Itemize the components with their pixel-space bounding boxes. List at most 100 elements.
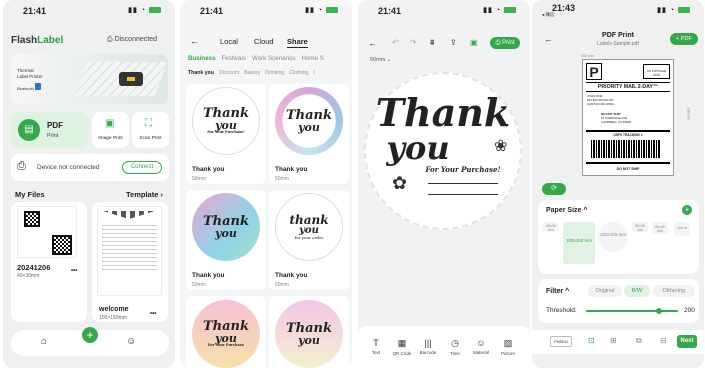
pdf-sub: Print <box>47 133 59 139</box>
tool-picture[interactable]: ▨ Picture <box>498 338 518 356</box>
template-link[interactable]: Template › <box>126 190 163 199</box>
tab-share[interactable]: Share <box>287 37 308 48</box>
back-arrow-icon[interactable]: ← <box>368 38 377 48</box>
bottom-toolbar: FNSKU ⊡ ⊞ ⧉ ⊟ Next <box>532 330 704 354</box>
threshold-slider-handle[interactable] <box>656 308 662 314</box>
category-home[interactable]: Home S <box>302 55 324 62</box>
template-card[interactable]: thank you for your order Thank you 50mm <box>269 190 349 290</box>
file-card-1[interactable]: 20241206 40×30mm ••• <box>11 202 87 322</box>
subcat-thank-you[interactable]: Thank you <box>188 70 214 76</box>
tool-time[interactable]: ◷ Time <box>445 338 465 356</box>
print-button[interactable]: ⎙ Print <box>490 37 520 49</box>
size-option[interactable]: 60x40 mm <box>652 222 668 234</box>
label-text-purchase[interactable]: For Your Purchase! <box>425 166 500 173</box>
tool-material[interactable]: ☺ Material <box>471 338 491 355</box>
subcat-clothing[interactable]: Clothing <box>289 70 308 76</box>
template-card[interactable]: Thank you <box>269 296 349 368</box>
editor-screen: 21:41 ▮▮ ◔ ← ↶ ↷ ⩩ ⇪ ▣ ⎙ Print 50mm ⌄ Th… <box>358 0 530 368</box>
grid-icon[interactable]: ⊞ <box>610 336 617 345</box>
home-icon[interactable]: ⌂ <box>41 336 47 347</box>
redo-icon[interactable]: ↷ <box>410 38 417 47</box>
connect-button[interactable]: Connect <box>122 161 162 174</box>
next-button[interactable]: Next <box>677 335 697 348</box>
filter-heading[interactable]: Filter ^ <box>546 288 569 295</box>
scan-print-button[interactable]: ⛶ Scan Print <box>132 112 169 148</box>
threshold-label: Threshold: <box>546 307 577 314</box>
add-pdf-button[interactable]: + PDF <box>670 33 698 45</box>
signal-wifi-battery-icon: ▮▮ ◔ <box>128 6 161 14</box>
device-row: ⎙ Device not connected Connect <box>11 154 169 181</box>
filter-bw[interactable]: B/W <box>624 285 650 297</box>
tool-text[interactable]: T Text <box>366 338 386 355</box>
status-time: 21:41 <box>378 6 402 16</box>
more-icon[interactable]: ••• <box>71 268 77 274</box>
tab-local[interactable]: Local <box>220 37 238 46</box>
pdf-print-button[interactable]: ▤ PDF Print <box>11 112 89 148</box>
file-card-2[interactable]: welcome 100×150mm ••• <box>92 202 168 322</box>
add-fab-button[interactable]: + <box>82 327 98 343</box>
add-size-button[interactable]: + <box>682 205 692 215</box>
connection-status[interactable]: ⎙ Disconnected <box>107 36 157 44</box>
file-thumbnail <box>17 206 77 258</box>
tool-barcode[interactable]: ||| Barcode <box>418 338 438 355</box>
share-icon[interactable]: ⇪ <box>450 38 457 47</box>
material-icon: ☺ <box>476 338 486 348</box>
printer-image <box>119 72 143 86</box>
size-option[interactable]: 50x30 mm <box>632 222 648 232</box>
profile-icon[interactable]: ☺ <box>126 336 136 347</box>
size-option-selected[interactable]: 100x150 mm <box>563 222 595 264</box>
template-size: 50mm <box>275 282 289 288</box>
filter-dithering[interactable]: Dithering <box>653 285 695 297</box>
filter-original[interactable]: Original <box>588 285 622 297</box>
rotate-icon[interactable]: ⟳ <box>542 183 566 195</box>
category-business[interactable]: Business <box>188 55 216 62</box>
undo-icon[interactable]: ↶ <box>392 38 399 47</box>
category-work[interactable]: Work Scenarios <box>252 55 296 62</box>
template-card[interactable]: Thank you Thank you 50mm <box>269 84 349 184</box>
image-icon: ▣ <box>105 118 115 129</box>
label-text-thank[interactable]: Thank <box>376 93 510 132</box>
subcat-more[interactable]: I <box>313 70 314 76</box>
template-title: Thank you <box>275 166 308 173</box>
size-selector[interactable]: 50mm ⌄ <box>370 57 391 63</box>
layers-icon[interactable]: ⩩ <box>430 38 434 48</box>
fnsku-button[interactable]: FNSKU <box>550 336 572 347</box>
template-card[interactable]: Thank you For Your Purchase! Thank you 50m… <box>186 84 266 184</box>
split-icon[interactable]: ⧉ <box>636 336 642 346</box>
subcat-discount[interactable]: Discount <box>219 70 239 76</box>
signature-line <box>428 182 498 184</box>
template-card[interactable]: Thank you For Your Purchase <box>186 296 266 368</box>
tool-qr-code[interactable]: ▦ QR Code <box>392 338 412 356</box>
category-festivals[interactable]: Festivals <box>222 55 246 62</box>
file-size: 100×150mm <box>99 315 127 321</box>
file-thumbnail <box>97 206 162 296</box>
size-option[interactable]: 100x100 mm <box>598 222 628 252</box>
status-bar: 21:43 ◂ 微信 ▮▮ ◔ <box>532 0 704 18</box>
layout-icon[interactable]: ⊡ <box>588 336 595 345</box>
tab-cloud[interactable]: Cloud <box>254 37 274 46</box>
more-icon[interactable]: ••• <box>150 311 156 317</box>
template-card[interactable]: Thank you Thank you 50mm <box>186 190 266 290</box>
grid-icon[interactable]: ⊟ <box>660 336 667 345</box>
size-option[interactable]: 40x30 mm <box>543 222 559 232</box>
size-option[interactable]: 4x6 in <box>674 222 690 236</box>
printer-banner[interactable]: Thermal Label Printer Bluetooth <box>11 54 168 104</box>
back-arrow-icon[interactable]: ← <box>190 36 199 46</box>
back-to-wechat[interactable]: ◂ 微信 <box>542 12 555 18</box>
file-size: 40×30mm <box>17 273 40 279</box>
label-postage: US POSTAGE PAID <box>643 64 670 79</box>
signature-line <box>428 193 498 195</box>
subcat-drinking[interactable]: Drinking <box>265 70 284 76</box>
template-screen: 21:41 ▮▮ ◔ ← Local Cloud Share Business F… <box>180 0 352 368</box>
paper-size-heading[interactable]: Paper Size ^ <box>546 207 587 214</box>
subcat-bakery[interactable]: Bakery <box>244 70 260 76</box>
status-bar: 21:41 ▮▮ ◔ <box>358 0 530 18</box>
template-preview: Thank you For Your Purchase <box>192 300 260 368</box>
image-print-button[interactable]: ▣ Image Print <box>92 112 129 148</box>
qr-code-icon <box>52 235 72 255</box>
threshold-slider[interactable] <box>586 310 678 312</box>
label-dns: DO NOT SHIP <box>586 162 670 171</box>
label-text-you[interactable]: you <box>386 132 449 164</box>
image-print-label: Image Print <box>98 136 123 141</box>
save-icon[interactable]: ▣ <box>470 38 478 47</box>
